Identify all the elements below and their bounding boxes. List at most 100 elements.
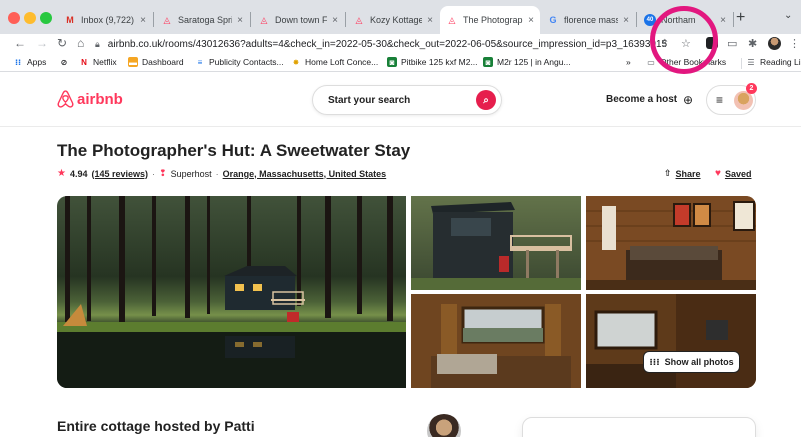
extension-icon[interactable]	[706, 37, 718, 49]
close-tab-icon[interactable]: ×	[623, 15, 629, 26]
notification-badge: 2	[746, 83, 757, 94]
browser-tab[interactable]: ◬ Down town Flo ×	[252, 6, 344, 34]
new-tab-button[interactable]: +	[736, 9, 745, 27]
bookmark-star-icon[interactable]: ☆	[681, 37, 691, 50]
booking-card	[522, 417, 756, 437]
bookmarks-bar: ⁝⁝ Apps ⊘ N Netflix ▬ Dashboard ≡ Public…	[0, 54, 801, 72]
grid-dots-icon: ⁝⁝⁝	[649, 356, 660, 367]
host-avatar[interactable]	[427, 414, 461, 437]
bookmark-netflix[interactable]: N Netflix	[79, 57, 117, 67]
listing-title: The Photographer's Hut: A Sweetwater Sta…	[57, 141, 411, 160]
airbnb-icon: ◬	[355, 14, 363, 25]
photo-interior[interactable]	[586, 294, 756, 388]
search-placeholder: Start your search	[328, 94, 411, 106]
apps-icon: ⁝⁝	[14, 57, 22, 67]
bookmark-globe[interactable]: ⊘	[59, 57, 69, 67]
share-page-icon[interactable]: ⇪	[660, 37, 669, 50]
bookmark-other[interactable]: ▭ Other Bookmarks	[646, 57, 726, 67]
search-icon[interactable]: ⌕	[476, 90, 496, 110]
rating: 4.94	[69, 168, 88, 179]
url-text: airbnb.co.uk/rooms/43012636?adults=4&che…	[107, 38, 668, 50]
close-tab-icon[interactable]: ×	[720, 15, 726, 26]
back-arrow-icon[interactable]: ←	[14, 36, 26, 50]
dashboard-icon: ▬	[128, 57, 138, 67]
netflix-icon: N	[81, 57, 87, 67]
cabin-lake-illustration	[57, 196, 406, 388]
photo-cabin-exterior[interactable]	[411, 196, 581, 290]
lock-icon: 🔒︎	[95, 38, 100, 49]
extensions-puzzle-icon[interactable]: ✱	[748, 37, 757, 50]
bookmark-publicity[interactable]: ≡ Publicity Contacts...	[195, 57, 284, 67]
site-header: airbnb Start your search ⌕ Become a host…	[0, 73, 801, 127]
close-tab-icon[interactable]: ×	[528, 15, 534, 26]
close-tab-icon[interactable]: ×	[140, 15, 146, 26]
bookmark-pitbike[interactable]: ◙ Pitbike 125 kxf M2...	[387, 57, 478, 67]
airbnb-logo[interactable]: airbnb	[57, 90, 123, 108]
browser-tab[interactable]: G florence mass ×	[541, 6, 635, 34]
close-tab-icon[interactable]: ×	[332, 15, 338, 26]
photo-window-view[interactable]	[411, 294, 581, 388]
chevron-down-icon[interactable]: ⌄	[784, 10, 792, 21]
browser-menu-icon[interactable]: ⋮	[789, 37, 800, 50]
browser-tab[interactable]: ◬ Kozy Kottage ×	[347, 6, 439, 34]
heart-icon: ♥	[715, 168, 721, 179]
homeloft-icon: ✸	[292, 57, 300, 67]
saved-button[interactable]: ♥ Saved	[715, 168, 751, 179]
location-link[interactable]: Orange, Massachusetts, United States	[223, 169, 387, 179]
main-photo-cabin-lake[interactable]	[57, 196, 406, 388]
forward-arrow-icon[interactable]: →	[36, 36, 48, 50]
become-host-link[interactable]: Become a host	[606, 94, 677, 105]
reviews-link[interactable]: (145 reviews)	[92, 169, 149, 179]
browser-tab[interactable]: 40 Northam ×	[638, 6, 732, 34]
browser-tab-active[interactable]: ◬ The Photograp ×	[440, 6, 540, 34]
bookmark-homeloft[interactable]: ✸ Home Loft Conce...	[291, 57, 379, 67]
browser-tab[interactable]: ◬ Saratoga Sprin ×	[155, 6, 249, 34]
cabin-exterior-illustration	[411, 202, 581, 290]
reading-list-icon: ☰	[747, 57, 755, 67]
contacts-icon: ≡	[197, 57, 203, 67]
window-view-illustration	[411, 294, 581, 388]
weather-icon: 40	[644, 14, 656, 26]
bookmarks-overflow-button[interactable]: »	[626, 57, 631, 67]
show-all-photos-button[interactable]: ⁝⁝⁝ Show all photos	[643, 351, 740, 373]
superhost-icon: ❢	[159, 168, 167, 178]
airbnb-icon	[57, 90, 74, 108]
globe-icon: ⊘	[60, 57, 68, 67]
superhost-label: Superhost	[170, 168, 212, 179]
close-tab-icon[interactable]: ×	[427, 15, 433, 26]
cast-icon[interactable]: ▭	[727, 37, 737, 50]
hamburger-icon: ≡	[716, 93, 724, 107]
hosted-by-heading: Entire cottage hosted by Patti	[57, 418, 255, 434]
globe-icon[interactable]: ⊕	[683, 93, 693, 107]
maximize-window-button[interactable]	[40, 12, 52, 24]
search-bar[interactable]: Start your search ⌕	[312, 85, 502, 115]
browser-toolbar: ← → ↻ ⌂ 🔒︎ airbnb.co.uk/rooms/43012636?a…	[0, 34, 801, 54]
bookmark-m2r[interactable]: ◙ M2r 125 | in Angu...	[483, 57, 571, 67]
airbnb-icon: ◬	[448, 14, 456, 25]
home-icon[interactable]: ⌂	[77, 36, 84, 50]
photo-bedroom[interactable]	[586, 196, 756, 290]
interior-illustration	[586, 294, 756, 388]
bookmark-dashboard[interactable]: ▬ Dashboard	[128, 57, 184, 67]
folder-icon: ▭	[647, 57, 655, 67]
minimize-window-button[interactable]	[24, 12, 36, 24]
listing-meta: ★ 4.94 (145 reviews) · ❢ Superhost · Ora…	[57, 168, 387, 179]
address-bar[interactable]: 🔒︎ airbnb.co.uk/rooms/43012636?adults=4&…	[95, 35, 705, 53]
share-icon: ⇧	[664, 168, 672, 178]
close-tab-icon[interactable]: ×	[237, 15, 243, 26]
pitbike-icon: ◙	[387, 57, 397, 67]
browser-tab[interactable]: M Inbox (9,722) - ×	[58, 6, 152, 34]
gmail-icon: M	[66, 15, 74, 25]
browser-tab-strip: M Inbox (9,722) - × ◬ Saratoga Sprin × ◬…	[0, 0, 801, 34]
star-icon: ★	[57, 168, 66, 179]
airbnb-icon: ◬	[260, 14, 268, 25]
reading-list-button[interactable]: ☰ Reading List	[746, 57, 801, 67]
google-icon: G	[549, 15, 557, 25]
share-button[interactable]: ⇧ Share	[664, 168, 701, 179]
user-menu-button[interactable]: ≡ 2	[706, 83, 757, 115]
reload-icon[interactable]: ↻	[57, 36, 67, 50]
close-window-button[interactable]	[8, 12, 20, 24]
bookmark-apps[interactable]: ⁝⁝ Apps	[13, 57, 46, 67]
profile-avatar[interactable]	[768, 37, 781, 50]
m2r-icon: ◙	[483, 57, 493, 67]
